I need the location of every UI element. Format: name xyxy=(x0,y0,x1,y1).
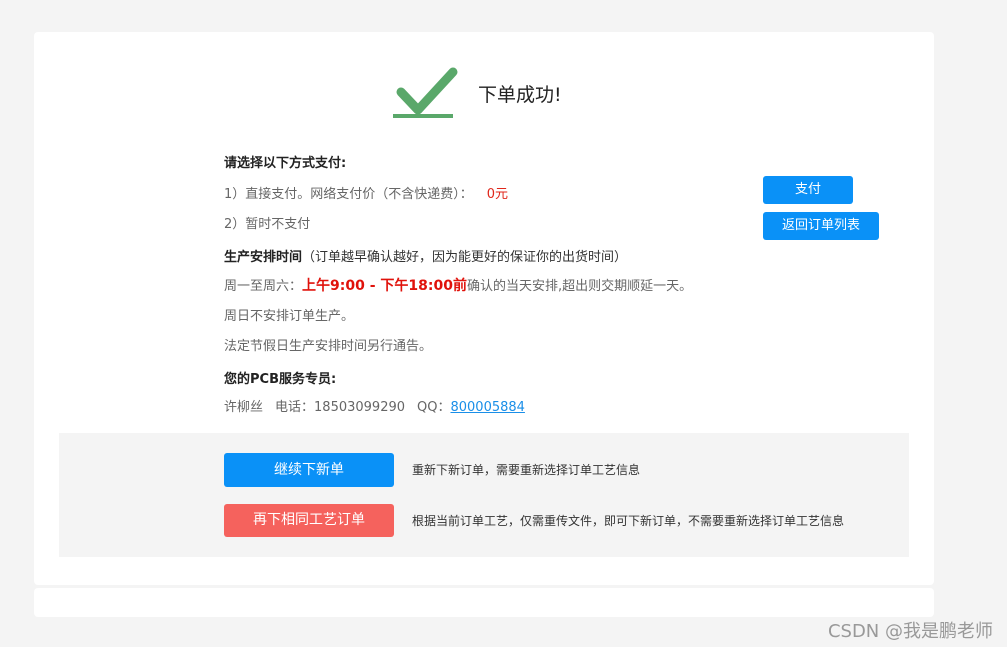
payment-price: 0元 xyxy=(486,187,509,202)
schedule-weekday-prefix: 周一至周六： xyxy=(224,279,303,294)
card-footer-strip xyxy=(34,588,934,617)
service-phone: 18503099290 xyxy=(314,400,406,415)
schedule-heading-row: 生产安排时间（订单越早确认越好，因为能更好的保证你的出货时间） xyxy=(224,246,627,265)
schedule-weekday-row: 周一至周六：上午9:00 - 下午18:00前确认的当天安排,超出则交期顺延一天… xyxy=(224,275,692,295)
schedule-heading: 生产安排时间 xyxy=(224,250,303,265)
payment-option-direct: 1）直接支付。网络支付价（不含快递费）： 0元 xyxy=(224,183,508,202)
payment-heading: 请选择以下方式支付: xyxy=(224,156,347,171)
watermark-text: CSDN @我是鹏老师 xyxy=(827,621,993,642)
schedule-heading-note: （订单越早确认越好，因为能更好的保证你的出货时间） xyxy=(302,250,628,265)
checkmark-icon xyxy=(393,67,458,118)
success-title: 下单成功! xyxy=(478,84,562,106)
schedule-weekday-hours: 上午9:00 - 下午18:00前 xyxy=(302,278,467,294)
service-heading: 您的PCB服务专员: xyxy=(224,372,337,387)
service-contact-row: 许柳丝 电话：18503099290 QQ：800005884 xyxy=(224,396,525,415)
service-qq-label: QQ： xyxy=(417,400,451,415)
service-phone-label: 电话： xyxy=(275,400,315,415)
payment-option-later: 2）暂时不支付 xyxy=(224,217,311,232)
schedule-holiday-note: 法定节假日生产安排时间另行通告。 xyxy=(224,339,433,354)
service-qq-link[interactable]: 800005884 xyxy=(450,400,524,415)
new-order-note: 重新下新订单，需要重新选择订单工艺信息 xyxy=(412,463,641,477)
reorder-same-process-button[interactable]: 再下相同工艺订单 xyxy=(224,504,394,537)
back-to-order-list-button[interactable]: 返回订单列表 xyxy=(763,212,879,240)
continue-new-order-button[interactable]: 继续下新单 xyxy=(224,453,394,487)
pay-button[interactable]: 支付 xyxy=(763,176,853,204)
same-order-note: 根据当前订单工艺，仅需重传文件，即可下新订单，不需要重新选择订单工艺信息 xyxy=(412,514,845,528)
schedule-weekday-suffix: 确认的当天安排,超出则交期顺延一天。 xyxy=(466,279,693,294)
schedule-sunday-note: 周日不安排订单生产。 xyxy=(224,309,355,324)
payment-option-direct-label: 1）直接支付。网络支付价（不含快递费）： xyxy=(224,187,473,202)
reorder-actions-panel xyxy=(59,433,909,557)
service-name: 许柳丝 xyxy=(224,400,264,415)
